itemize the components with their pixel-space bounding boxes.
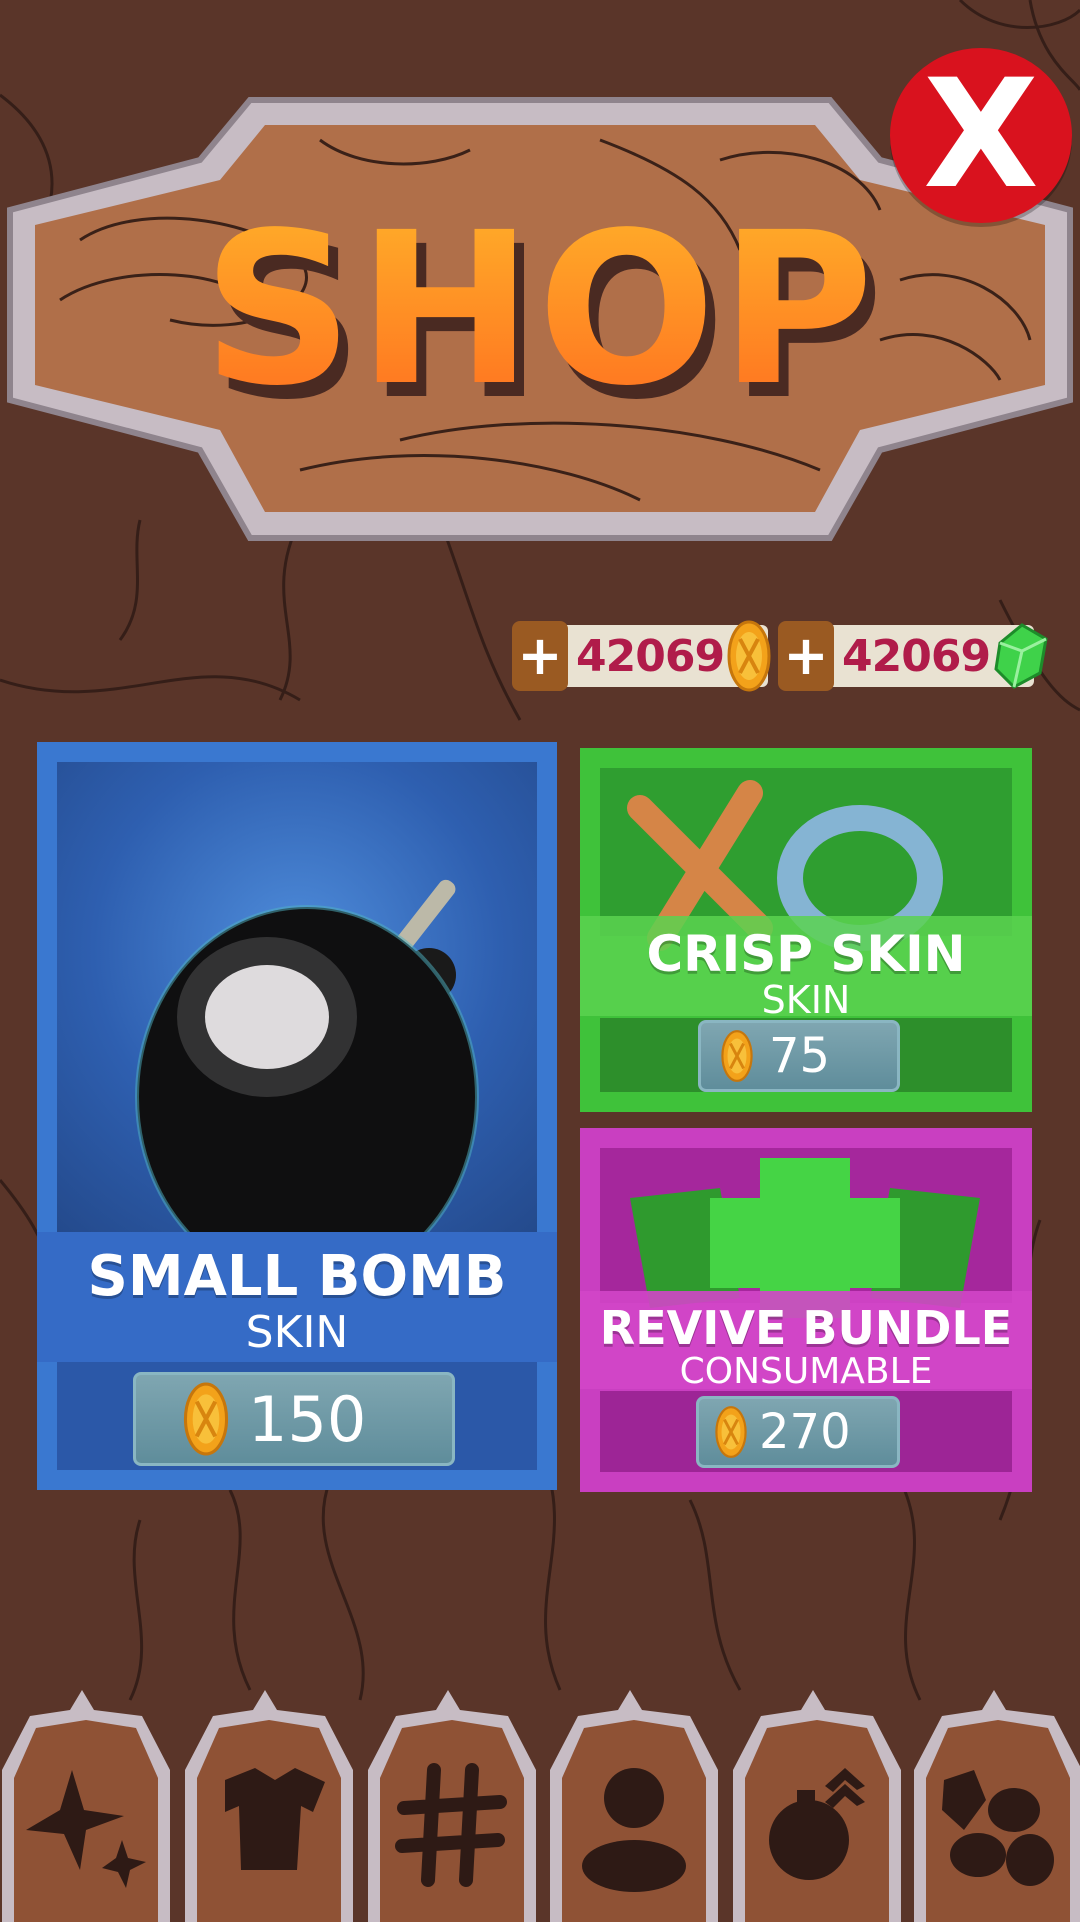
item-name: REVIVE BUNDLE xyxy=(599,1301,1013,1355)
item-card-revive-bundle[interactable]: REVIVE BUNDLE CONSUMABLE 270 xyxy=(580,1128,1032,1492)
shop-title: SHOP xyxy=(0,180,1080,440)
coin-icon xyxy=(715,1406,747,1458)
item-type: CONSUMABLE xyxy=(679,1351,933,1392)
price-value: 150 xyxy=(248,1382,367,1456)
gem-icon xyxy=(994,623,1048,689)
price-button[interactable]: 75 xyxy=(698,1020,900,1092)
card-art-area xyxy=(600,1148,1012,1318)
tab-stars[interactable] xyxy=(2,1690,170,1922)
price-value: 270 xyxy=(759,1404,851,1460)
price-button[interactable]: 270 xyxy=(696,1396,900,1468)
tab-currency[interactable] xyxy=(914,1690,1080,1922)
add-gems-button[interactable]: + xyxy=(778,621,834,691)
card-art-area xyxy=(600,768,1012,951)
tab-avatars[interactable] xyxy=(550,1690,718,1922)
item-name: SMALL BOMB xyxy=(87,1244,507,1309)
card-label-band: REVIVE BUNDLE CONSUMABLE xyxy=(580,1291,1032,1392)
gem-balance: + 42069 xyxy=(778,620,1052,692)
coin-icon xyxy=(721,1030,753,1082)
tab-boards[interactable] xyxy=(368,1690,536,1922)
add-coins-button[interactable]: + xyxy=(512,621,568,691)
close-button[interactable]: X xyxy=(890,48,1072,223)
item-type: SKIN xyxy=(761,978,851,1022)
item-card-small-bomb[interactable]: SMALL BOMB SKIN 150 xyxy=(37,742,557,1490)
price-button[interactable]: 150 xyxy=(133,1372,455,1466)
item-name: CRISP SKIN xyxy=(646,925,966,983)
item-type: SKIN xyxy=(245,1307,349,1358)
tab-bombs[interactable] xyxy=(733,1690,901,1922)
coin-icon xyxy=(727,620,771,692)
card-art-area xyxy=(57,762,537,1289)
coin-balance: + 42069 xyxy=(512,620,772,692)
item-card-crisp-skin[interactable]: CRISP SKIN SKIN 75 xyxy=(580,748,1032,1112)
card-label-band: SMALL BOMB SKIN xyxy=(37,1232,557,1362)
price-value: 75 xyxy=(769,1028,831,1084)
bomb-icon xyxy=(135,879,479,1289)
tab-outfits[interactable] xyxy=(185,1690,353,1922)
card-label-band: CRISP SKIN SKIN xyxy=(580,916,1032,1020)
coin-icon xyxy=(183,1382,229,1456)
